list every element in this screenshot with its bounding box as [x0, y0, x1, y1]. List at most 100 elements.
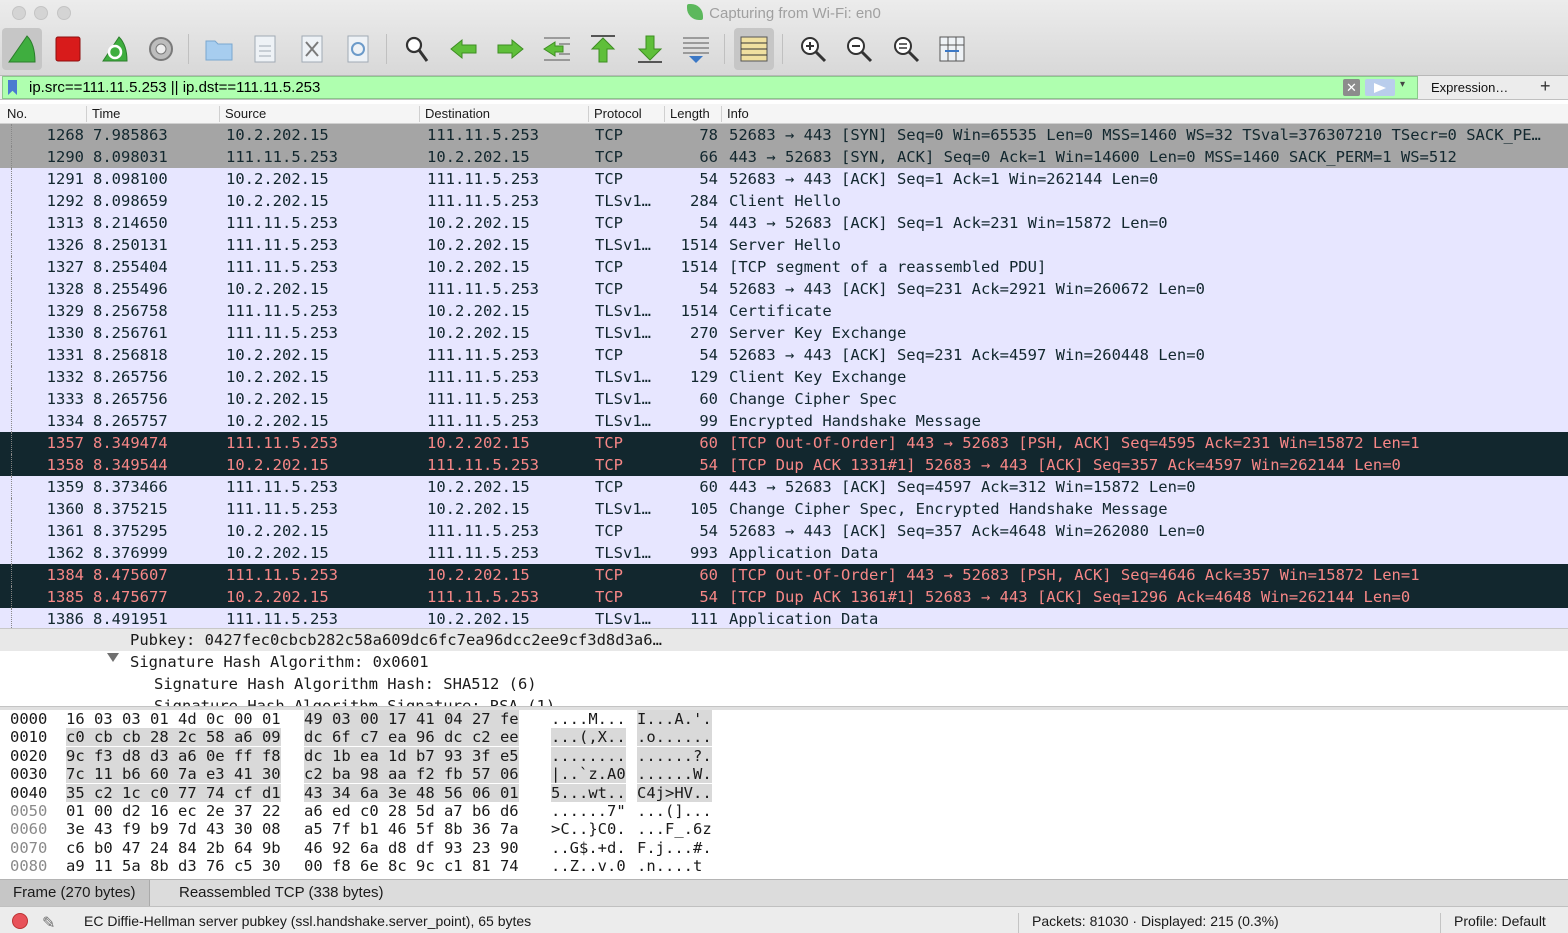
hex-dump-hex1[interactable]: 35 c2 1c c0 77 74 cf d1	[66, 783, 281, 802]
hex-dump-ascii2[interactable]: F.j...#.	[637, 839, 712, 857]
capture-options-button[interactable]	[141, 28, 181, 70]
column-separator[interactable]	[86, 106, 87, 122]
packet-row[interactable]: 1326 8.250131 111.11.5.253 10.2.202.15 TLSv1…	[0, 234, 1568, 256]
resize-columns-button[interactable]	[932, 28, 972, 70]
detail-tree-item[interactable]: Pubkey: 0427fec0cbcb282c58a609dc6fc7ea96…	[0, 629, 1568, 651]
hex-dump-hex1[interactable]: 01 00 d2 16 ec 2e 37 22	[66, 802, 281, 820]
apply-filter-button[interactable]	[1365, 79, 1395, 96]
status-profile[interactable]: Profile: Default	[1454, 913, 1546, 929]
packet-row[interactable]: 1357 8.349474 111.11.5.253 10.2.202.15 TCP 60…	[0, 432, 1568, 454]
hex-dump-ascii2[interactable]: .n....t	[637, 857, 702, 875]
packet-row[interactable]: 1313 8.214650 111.11.5.253 10.2.202.15 TCP 54…	[0, 212, 1568, 234]
hex-dump-ascii1[interactable]: ....M...	[551, 710, 626, 728]
hex-dump-ascii1[interactable]: ......7"	[551, 802, 626, 820]
open-file-button[interactable]	[199, 28, 239, 70]
capture-comment-icon[interactable]: ✎	[42, 913, 55, 933]
hex-dump-hex2[interactable]: 00 f8 6e 8c 9c c1 81 74	[304, 857, 519, 875]
hex-dump-hex2[interactable]: dc 6f c7 ea 96 dc c2 ee	[304, 728, 519, 747]
hex-dump-hex1[interactable]: c0 cb cb 28 2c 58 a6 09	[66, 728, 281, 747]
packet-row[interactable]: 1291 8.098100 10.2.202.15 111.11.5.253 TCP 54…	[0, 168, 1568, 190]
packet-row[interactable]: 1332 8.265756 10.2.202.15 111.11.5.253 TLSv1…	[0, 366, 1568, 388]
hex-dump-ascii2[interactable]: ......?.	[637, 746, 712, 765]
packet-row[interactable]: 1385 8.475677 10.2.202.15 111.11.5.253 TCP 54…	[0, 586, 1568, 608]
hex-dump-hex2[interactable]: 49 03 00 17 41 04 27 fe	[304, 710, 519, 728]
hex-dump-hex2[interactable]: c2 ba 98 aa f2 fb 57 06	[304, 765, 519, 784]
column-header-protocol[interactable]: Protocol	[594, 106, 642, 121]
go-first-packet-button[interactable]	[583, 28, 623, 70]
column-separator[interactable]	[721, 106, 722, 122]
go-to-packet-button[interactable]	[537, 28, 577, 70]
recent-filters-dropdown[interactable]: ▾	[1400, 79, 1405, 90]
packet-row[interactable]: 1359 8.373466 111.11.5.253 10.2.202.15 TCP 60…	[0, 476, 1568, 498]
column-separator[interactable]	[664, 106, 665, 122]
packet-row[interactable]: 1386 8.491951 111.11.5.253 10.2.202.15 TLSv1…	[0, 608, 1568, 628]
go-back-button[interactable]	[444, 28, 484, 70]
packet-row[interactable]: 1268 7.985863 10.2.202.15 111.11.5.253 TCP 78…	[0, 124, 1568, 146]
expert-info-icon[interactable]	[12, 913, 28, 929]
clear-filter-button[interactable]: ✕	[1343, 79, 1360, 96]
zoom-out-button[interactable]	[839, 28, 879, 70]
detail-tree-item[interactable]: Signature Hash Algorithm: 0x0601	[0, 651, 1568, 673]
packet-row[interactable]: 1360 8.375215 111.11.5.253 10.2.202.15 TLSv1…	[0, 498, 1568, 520]
column-separator[interactable]	[588, 106, 589, 122]
colorize-button[interactable]	[734, 28, 774, 70]
tab-reassembled-tcp[interactable]: Reassembled TCP (338 bytes)	[166, 880, 397, 906]
hex-dump-hex2[interactable]: 46 92 6a d8 df 93 23 90	[304, 839, 519, 857]
hex-dump-hex2[interactable]: 43 34 6a 3e 48 56 06 01	[304, 783, 519, 802]
hex-dump-hex2[interactable]: dc 1b ea 1d b7 93 3f e5	[304, 746, 519, 765]
packet-row[interactable]: 1333 8.265756 10.2.202.15 111.11.5.253 TLSv1…	[0, 388, 1568, 410]
packet-row[interactable]: 1328 8.255496 10.2.202.15 111.11.5.253 TCP 54…	[0, 278, 1568, 300]
hex-dump-ascii2[interactable]: I...A.'.	[637, 710, 712, 728]
detail-tree-item[interactable]: Signature Hash Algorithm Hash: SHA512 (6…	[0, 673, 1568, 695]
column-header-length[interactable]: Length	[670, 106, 710, 121]
hex-dump-hex2[interactable]: a6 ed c0 28 5d a7 b6 d6	[304, 802, 519, 820]
save-file-button[interactable]	[245, 28, 285, 70]
hex-dump-ascii2[interactable]: ...F_.6z	[637, 820, 712, 838]
autoscroll-button[interactable]	[676, 28, 716, 70]
close-file-button[interactable]	[292, 28, 332, 70]
find-packet-button[interactable]	[397, 28, 437, 70]
hex-dump-hex2[interactable]: a5 7f b1 46 5f 8b 36 7a	[304, 820, 519, 838]
stop-capture-button[interactable]	[48, 28, 88, 70]
column-header-source[interactable]: Source	[225, 106, 266, 121]
hex-dump-ascii2[interactable]: ...(]...	[637, 802, 712, 820]
hex-dump-ascii1[interactable]: |..`z.A0	[551, 765, 626, 784]
packet-row[interactable]: 1329 8.256758 111.11.5.253 10.2.202.15 TLSv1…	[0, 300, 1568, 322]
hex-dump-hex1[interactable]: c6 b0 47 24 84 2b 64 9b	[66, 839, 281, 857]
go-last-packet-button[interactable]	[630, 28, 670, 70]
column-separator[interactable]	[219, 106, 220, 122]
hex-dump-ascii1[interactable]: ..Z..v.0	[551, 857, 626, 875]
expression-button[interactable]: Expression…	[1431, 80, 1508, 95]
hex-dump-ascii2[interactable]: .o......	[637, 728, 712, 747]
hex-dump-ascii1[interactable]: ........	[551, 746, 626, 765]
hex-dump-ascii1[interactable]: ...(,X..	[551, 728, 626, 747]
display-filter-input[interactable]: ip.src==111.11.5.253 || ip.dst==111.11.5…	[2, 76, 1418, 99]
zoom-normal-button[interactable]	[886, 28, 926, 70]
hex-dump-ascii2[interactable]: C4j>HV..	[637, 783, 712, 802]
packet-row[interactable]: 1331 8.256818 10.2.202.15 111.11.5.253 TCP 54…	[0, 344, 1568, 366]
hex-dump-hex1[interactable]: 16 03 03 01 4d 0c 00 01	[66, 710, 281, 728]
packet-row[interactable]: 1334 8.265757 10.2.202.15 111.11.5.253 TLSv1…	[0, 410, 1568, 432]
hex-dump-hex1[interactable]: 3e 43 f9 b9 7d 43 30 08	[66, 820, 281, 838]
hex-dump-ascii1[interactable]: 5...wt..	[551, 783, 626, 802]
packet-row[interactable]: 1358 8.349544 10.2.202.15 111.11.5.253 TCP 54…	[0, 454, 1568, 476]
add-filter-button[interactable]: +	[1540, 76, 1551, 97]
column-header-destination[interactable]: Destination	[425, 106, 490, 121]
hex-dump-ascii1[interactable]: ..G$.+d.	[551, 839, 626, 857]
column-separator[interactable]	[419, 106, 420, 122]
hex-dump-ascii2[interactable]: ......W.	[637, 765, 712, 784]
restart-capture-button[interactable]	[95, 28, 135, 70]
column-header-time[interactable]: Time	[92, 106, 120, 121]
hex-dump-hex1[interactable]: 9c f3 d8 d3 a6 0e ff f8	[66, 746, 281, 765]
tab-frame-bytes[interactable]: Frame (270 bytes)	[0, 880, 150, 906]
start-capture-button[interactable]	[2, 28, 42, 70]
detail-tree-item[interactable]: Signature Hash Algorithm Signature: RSA …	[0, 695, 1568, 706]
hex-dump-ascii1[interactable]: >C..}C0.	[551, 820, 626, 838]
packet-row[interactable]: 1290 8.098031 111.11.5.253 10.2.202.15 TCP 66…	[0, 146, 1568, 168]
packet-row[interactable]: 1327 8.255404 111.11.5.253 10.2.202.15 TCP 15…	[0, 256, 1568, 278]
hex-dump-hex1[interactable]: 7c 11 b6 60 7a e3 41 30	[66, 765, 281, 784]
column-header-no[interactable]: No.	[7, 106, 27, 121]
column-header-info[interactable]: Info	[727, 106, 749, 121]
expand-triangle-icon[interactable]	[107, 653, 119, 662]
packet-row[interactable]: 1292 8.098659 10.2.202.15 111.11.5.253 TLSv1…	[0, 190, 1568, 212]
